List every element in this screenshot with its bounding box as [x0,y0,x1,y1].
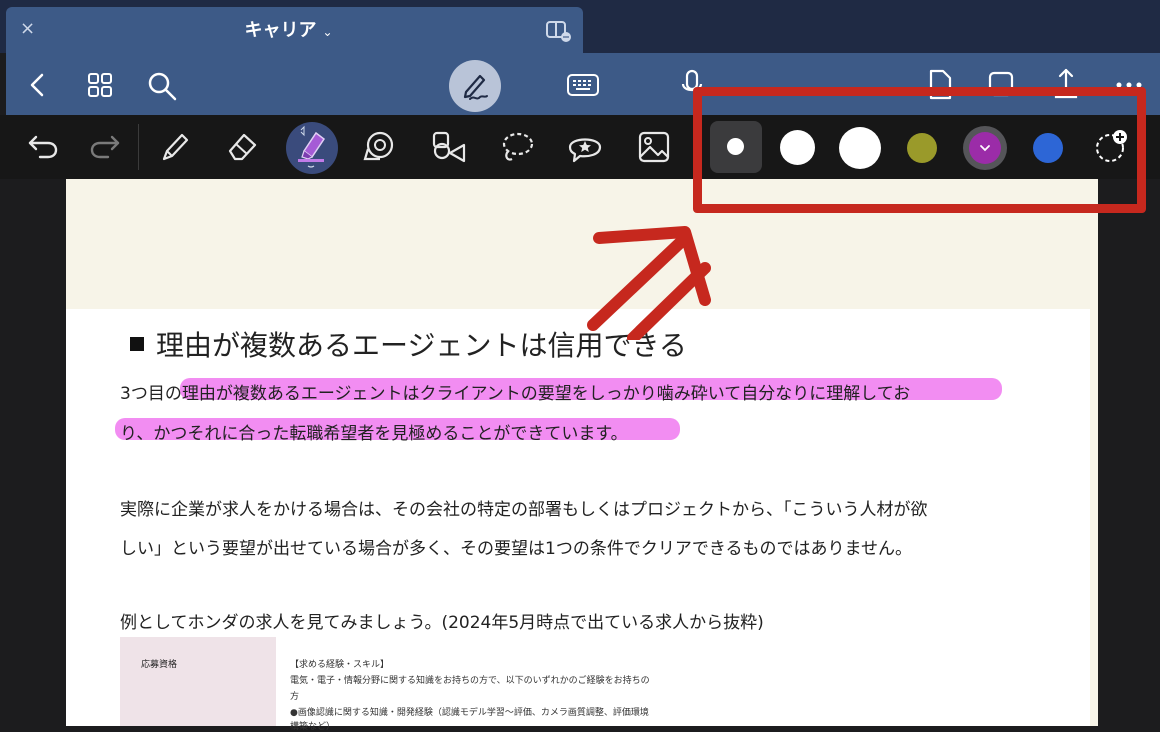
paragraph-line: 3つ目の理由が複数あるエージェントはクライアントの要望をしっかり噛み砕いて自分な… [120,384,911,404]
annotation-arrow [587,226,711,340]
shapes-icon[interactable] [430,129,468,165]
embedded-image-line: 電気・電子・情報分野に関する知識をお持ちの方で、以下のいずれかのご経験をお持ちの [290,676,650,686]
paragraph-line: 実際に企業が求人をかける場合は、その会社の特定の部署もしくはプロジェクトから、「… [120,500,928,520]
tab-title[interactable]: キャリア ⌄ [0,16,577,42]
paragraph-line: 例としてホンダの求人を見てみましょう。(2024年5月時点で出ている求人から抜粋… [120,613,764,633]
eraser-icon[interactable] [224,129,260,165]
toolbar-divider [138,124,139,170]
paragraph-line: しい」という要望が出せている場合が多く、その要望は1つの条件でクリアできるもので… [120,539,912,559]
back-icon[interactable] [26,72,50,98]
image-icon[interactable] [636,129,672,165]
chevron-down-icon[interactable]: ⌄ [322,25,332,39]
undo-icon[interactable] [26,129,60,163]
grid-icon[interactable] [86,71,114,99]
sticker-icon[interactable] [566,129,604,165]
embedded-image-line: 方 [290,692,300,702]
redo-icon[interactable] [88,129,122,163]
tab-title-text: キャリア [244,20,317,41]
highlighter-icon[interactable] [294,125,330,171]
split-view-icon[interactable] [545,19,573,43]
embedded-image-label: 応募資格 [141,660,178,670]
tape-icon[interactable] [362,129,398,165]
paragraph-line: り、かつそれに合った転職希望者を見極めることができています。 [120,424,628,444]
keyboard-icon[interactable] [566,72,600,98]
annotation-highlight-box [693,87,1146,213]
search-icon[interactable] [147,71,179,101]
pen-tool-icon[interactable] [158,129,192,165]
handwriting-pen-icon [463,74,488,100]
lasso-icon[interactable] [498,129,536,167]
embedded-image-line: 【求める経験・スキル】 [290,660,390,670]
embedded-image-line: ●画像認識に関する知識・開発経験（認識モデル学習〜評価、カメラ画質調整、評価環境 [290,708,649,718]
square-bullet-icon [130,337,144,351]
page-edge [1090,309,1098,726]
embedded-image-label-column [120,637,276,726]
